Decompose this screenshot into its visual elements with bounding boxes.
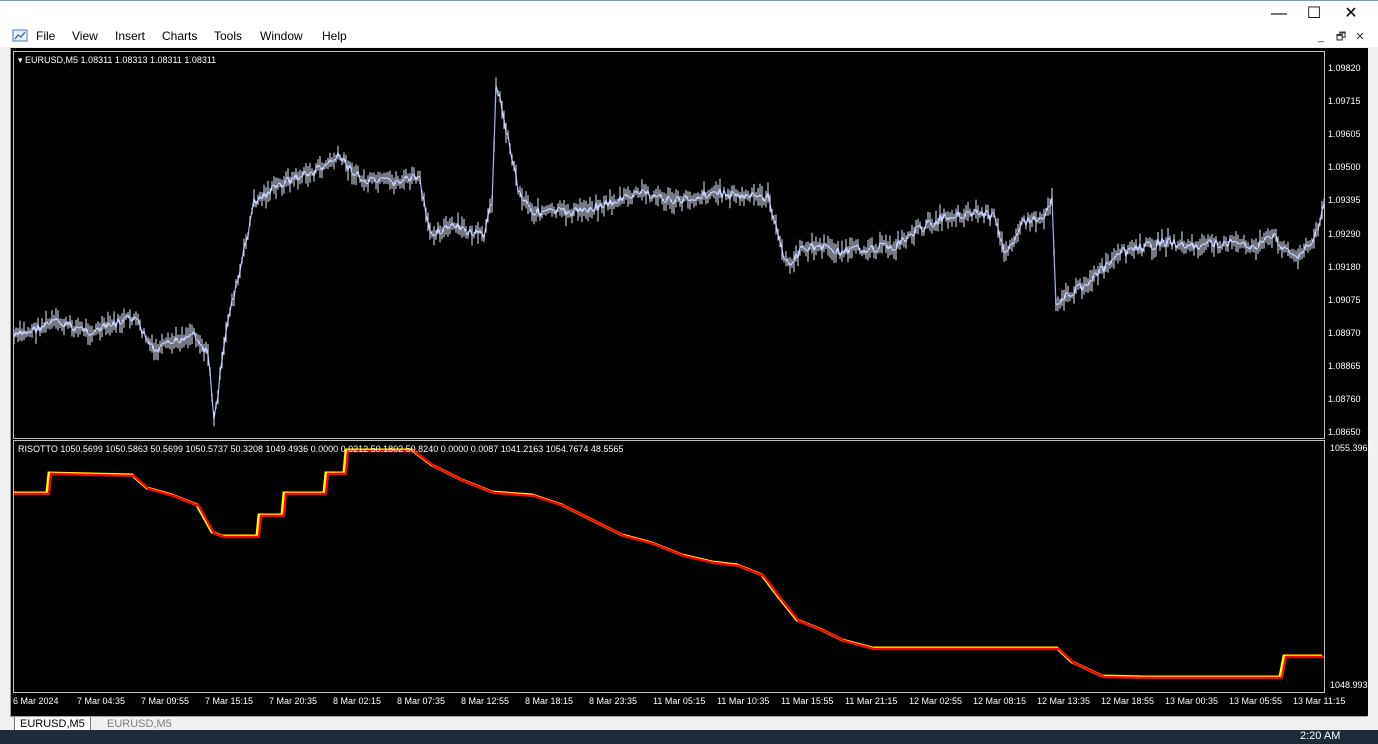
symbol-quote-text: EURUSD,M5 1.08311 1.08313 1.08311 1.0831… <box>25 55 217 65</box>
price-axis-label: 1.09075 <box>1328 294 1361 305</box>
close-window-button[interactable]: ✕ <box>1328 3 1374 25</box>
tab-eurusd-m5[interactable]: EURUSD,M5 <box>102 717 177 731</box>
time-axis-label: 11 Mar 10:35 <box>717 696 770 706</box>
price-axis-label: 1.09180 <box>1328 261 1361 272</box>
menu-file[interactable]: File <box>36 29 55 43</box>
indicator-chart-svg <box>14 448 1324 680</box>
time-axis-label: 12 Mar 02:55 <box>909 696 963 706</box>
title-bar: — ☐ ✕ <box>0 0 1378 28</box>
price-axis-label: 1.09605 <box>1328 129 1361 140</box>
price-axis-label: 1.08865 <box>1328 360 1361 371</box>
price-pane-header: ▾ EURUSD,M5 1.08311 1.08313 1.08311 1.08… <box>18 55 216 66</box>
chart-minimize-button[interactable]: _ <box>1314 30 1328 44</box>
price-axis-label: 1.09395 <box>1328 195 1361 206</box>
time-axis-label: 11 Mar 05:15 <box>653 696 706 706</box>
price-bars <box>14 77 1324 427</box>
time-axis-label: 7 Mar 09:55 <box>141 696 190 706</box>
menu-tools[interactable]: Tools <box>214 29 242 43</box>
indicator-signal-line <box>14 448 1322 679</box>
price-axis-label: 1.09820 <box>1328 63 1361 73</box>
time-axis-label: 13 Mar 11:15 <box>1293 696 1346 706</box>
price-axis-label: 1.09290 <box>1328 228 1361 239</box>
indicator-axis-bottom: 1048.993 <box>1330 680 1368 690</box>
time-axis-label: 11 Mar 21:15 <box>845 696 898 706</box>
app-icon[interactable] <box>12 28 28 44</box>
time-axis-label: 13 Mar 00:35 <box>1165 696 1219 706</box>
time-axis-label: 8 Mar 23:35 <box>589 696 638 706</box>
time-axis-label: 8 Mar 18:15 <box>525 696 574 706</box>
time-axis-label: 7 Mar 15:15 <box>205 696 254 706</box>
menu-window[interactable]: Window <box>260 29 303 43</box>
time-axis-label: 8 Mar 02:15 <box>333 696 382 706</box>
price-axis-label: 1.08650 <box>1328 427 1361 438</box>
indicator-pane[interactable]: RISOTTO 1050.5699 1050.5863 50.5699 1050… <box>13 440 1325 693</box>
menu-help[interactable]: Help <box>322 29 347 43</box>
price-axis-label: 1.08970 <box>1328 327 1361 338</box>
chart-tabs: EURUSD,M5 EURUSD,M5 <box>10 716 1367 732</box>
menu-charts[interactable]: Charts <box>162 29 197 43</box>
clock-text: 2:20 AM <box>1300 730 1341 742</box>
price-axis-label: 1.09500 <box>1328 162 1361 173</box>
price-axis-label: 1.08760 <box>1328 394 1361 404</box>
time-axis-label: 11 Mar 15:55 <box>781 696 834 706</box>
chart-restore-button[interactable]: 🗗 <box>1334 30 1348 44</box>
indicator-main-line <box>14 449 1324 680</box>
menu-insert[interactable]: Insert <box>115 29 145 43</box>
chart-close-button[interactable]: ✕ <box>1353 30 1367 44</box>
time-axis-label: 6 Mar 2024 <box>13 696 59 706</box>
time-axis-label: 12 Mar 08:15 <box>973 696 1027 706</box>
taskbar: 2:20 AM <box>0 730 1378 744</box>
indicator-header: RISOTTO 1050.5699 1050.5863 50.5699 1050… <box>18 444 624 454</box>
time-axis-label: 7 Mar 20:35 <box>269 696 318 706</box>
menu-view[interactable]: View <box>72 29 98 43</box>
price-pane[interactable]: ▾ EURUSD,M5 1.08311 1.08313 1.08311 1.08… <box>13 51 1325 439</box>
time-axis-label: 13 Mar 05:55 <box>1229 696 1283 706</box>
chart-window[interactable]: ▾ EURUSD,M5 1.08311 1.08313 1.08311 1.08… <box>10 48 1373 716</box>
time-axis-label: 12 Mar 18:55 <box>1101 696 1155 706</box>
collapse-triangle-icon[interactable]: ▾ <box>18 55 23 65</box>
price-chart-svg <box>14 77 1324 427</box>
time-axis-label: 8 Mar 12:55 <box>461 696 510 706</box>
menu-bar: File View Insert Charts Tools Window Hel… <box>0 27 1378 47</box>
time-axis-label: 8 Mar 07:35 <box>397 696 446 706</box>
time-axis-label: 7 Mar 04:35 <box>77 696 126 706</box>
price-axis-label: 1.09715 <box>1328 96 1361 107</box>
time-axis-label: 12 Mar 13:35 <box>1037 696 1091 706</box>
indicator-axis-top: 1055.3967 <box>1330 443 1373 453</box>
